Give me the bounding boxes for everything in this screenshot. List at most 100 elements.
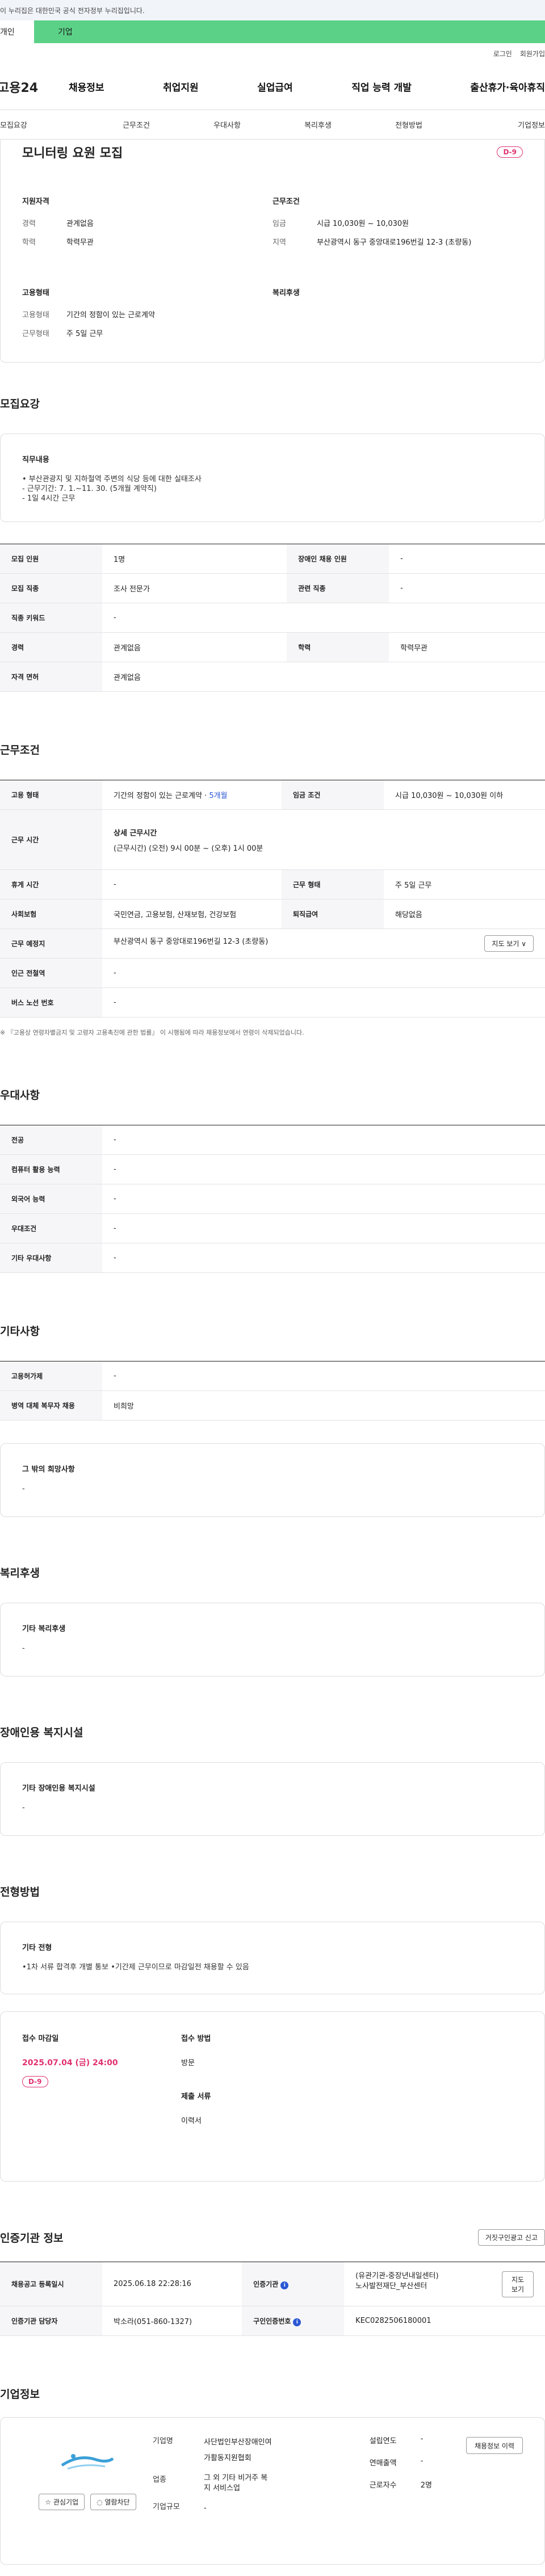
tab-personal[interactable]: 개인 <box>0 20 34 43</box>
cell-value: 비희망 <box>102 1390 545 1421</box>
gnb-item-employment-support[interactable]: 취업지원 <box>163 79 199 94</box>
cell-value: - <box>102 603 545 633</box>
table-row: 자격 면허 관계없음 <box>0 662 545 692</box>
signup-link[interactable]: 회원가입 <box>520 49 545 58</box>
emp-value: 주 5일 근무 <box>66 330 103 338</box>
section-title-disability: 장애인용 복지시설 <box>0 1726 83 1739</box>
cell-value: - <box>102 1213 545 1243</box>
table-row: 기타 우대사항 - <box>0 1243 545 1273</box>
cell-value: 1명 <box>102 544 287 574</box>
qual-key: 학력 <box>22 238 36 247</box>
gnb-item-skills[interactable]: 직업 능력 개발 <box>351 79 412 94</box>
cond-value: 시급 10,030원 ~ 10,030원 <box>317 220 409 228</box>
table-row: 사회보험 국민연금, 고용보험, 산재보험, 건강보험 퇴직급여 해당없음 <box>0 899 545 929</box>
disability-card: 기타 장애인용 복지시설 - <box>0 1762 545 1836</box>
cell-key: 근무 예정지 <box>0 928 102 959</box>
cert-number-label: 구인인증번호 <box>253 2317 291 2325</box>
cell-value: 조사 전문가 <box>102 573 287 603</box>
sales-label: 연매출액 <box>369 2459 397 2468</box>
cond-heading: 근무조건 <box>272 197 300 206</box>
section-title-pref: 우대사항 <box>0 1089 40 1102</box>
info-icon[interactable]: i <box>293 2318 301 2326</box>
agency-map-button[interactable]: 지도 보기 <box>502 2271 534 2297</box>
cond-key: 지역 <box>272 238 286 247</box>
company-logo-icon <box>61 2454 114 2470</box>
table-row: 근무 예정지 부산광역시 동구 중앙대로196번길 12-3 (초량동) 지도 … <box>0 928 545 959</box>
table-row: 근무 시간 상세 근무시간 (근무시간) (오전) 9시 00분 ~ (오후) … <box>0 809 545 870</box>
cell-value: - <box>102 958 545 988</box>
cell-key: 외국어 능력 <box>0 1184 102 1214</box>
block-company-button[interactable]: ◌ 열람차단 <box>90 2494 136 2510</box>
duty-line: - 근무기간: 7. 1.~11. 30. (5개월 계약직) <box>22 485 157 493</box>
info-icon[interactable]: i <box>280 2281 289 2289</box>
gnb-item-jobs[interactable]: 채용정보 <box>69 79 104 94</box>
section-title-cert: 인증기관 정보 <box>0 2232 64 2245</box>
emp-type: 기간의 정함이 있는 근로계약 · <box>114 792 209 800</box>
cell-key: 자격 면허 <box>0 662 102 692</box>
disability-card-value: - <box>22 1804 25 1812</box>
cell-value: - <box>389 544 545 574</box>
util-bar: 로그인 회원가입 <box>0 43 545 64</box>
cell-key: 전공 <box>0 1125 102 1155</box>
emp-key: 근무형태 <box>22 330 49 338</box>
report-fake-ad-button[interactable]: 거짓구인광고 신고 <box>477 2229 545 2246</box>
cell-key: 기타 우대사항 <box>0 1243 102 1273</box>
cell-value: 부산광역시 동구 중앙대로196번길 12-3 (초량동) 지도 보기 ∨ <box>102 928 545 959</box>
cell-value: 상세 근무시간 (근무시간) (오전) 9시 00분 ~ (오후) 1시 00분 <box>102 809 545 870</box>
company-size-value: - <box>204 2504 207 2512</box>
site-logo[interactable]: 고용24 <box>0 78 69 96</box>
anchor-company[interactable]: 기업정보 <box>454 119 545 130</box>
favorite-company-button[interactable]: ☆ 관심기업 <box>39 2494 85 2510</box>
cell-key: 버스 노선 번호 <box>0 987 102 1018</box>
welfare-heading: 복리후생 <box>272 289 300 297</box>
cert-header: 인증기관 정보 거짓구인광고 신고 <box>0 2229 545 2246</box>
anchor-screening[interactable]: 전형방법 <box>363 119 454 130</box>
map-view-button[interactable]: 지도 보기 ∨ <box>484 935 534 952</box>
cell-value: KEC0282506180001 <box>344 2306 545 2336</box>
gnb-item-unemployment-benefit[interactable]: 실업급여 <box>257 79 293 94</box>
deadline-date: 2025.07.04 (금) 24:00 <box>22 2058 118 2067</box>
cell-value: 관계없음 <box>102 662 545 692</box>
duty-line: • 부산관광지 및 지하철역 주변의 식당 등에 대한 실태조사 <box>22 475 202 484</box>
company-name: 사단법인부산장애인여가활동지원협회 <box>204 2438 272 2462</box>
anchor-work[interactable]: 근무조건 <box>91 119 182 130</box>
cell-key: 구인인증번호 i <box>242 2306 345 2336</box>
cell-key: 컴퓨터 활용 능력 <box>0 1154 102 1184</box>
qual-heading: 지원자격 <box>22 197 49 206</box>
cell-key: 우대조건 <box>0 1213 102 1243</box>
cell-key: 근무 시간 <box>0 809 102 870</box>
hiring-history-button[interactable]: 채용정보 이력 <box>466 2437 523 2454</box>
section-title-welfare: 복리후생 <box>0 1567 40 1579</box>
cell-value: - <box>102 1125 545 1155</box>
login-link[interactable]: 로그인 <box>493 49 512 58</box>
anchor-welfare[interactable]: 복리후생 <box>272 119 363 130</box>
emp-value: 기간의 정함이 있는 근로계약 <box>66 311 155 320</box>
cell-key: 퇴직급여 <box>282 899 384 929</box>
etc-wish-card: 그 밖의 희망사항 - <box>0 1443 545 1517</box>
section-title-company: 기업정보 <box>0 2388 40 2401</box>
table-row: 모집 인원 1명 장애인 채용 인원 - <box>0 544 545 574</box>
hours-detail: (근무시간) (오전) 9시 00분 ~ (오후) 1시 00분 <box>114 844 263 853</box>
gnb-item-leave[interactable]: 출산휴가·육아휴직 <box>470 79 545 94</box>
cell-value: 2025.06.18 22:28:16 <box>102 2262 242 2306</box>
disability-card-heading: 기타 장애인용 복지시설 <box>22 1784 95 1793</box>
cell-key: 학력 <box>287 632 389 662</box>
method-heading: 접수 방법 <box>181 2035 211 2043</box>
cell-key: 근무 형태 <box>282 869 384 900</box>
etc-table: 고용허가제 - 병역 대체 복무자 채용 비희망 <box>0 1361 545 1421</box>
welfare-card-value: - <box>22 1644 25 1653</box>
company-size-label: 기업규모 <box>153 2503 180 2511</box>
cell-key: 인근 전철역 <box>0 958 102 988</box>
gnb-menu: 채용정보 취업지원 실업급여 직업 능력 개발 출산휴가·육아휴직 <box>69 79 545 94</box>
anchor-recruit[interactable]: 모집요강 <box>0 119 91 130</box>
tab-company[interactable]: 기업 <box>34 20 545 43</box>
global-nav: 고용24 채용정보 취업지원 실업급여 직업 능력 개발 출산휴가·육아휴직 <box>0 64 545 110</box>
cell-key: 모집 직종 <box>0 573 102 603</box>
anchor-pref[interactable]: 우대사항 <box>182 119 272 130</box>
screening-card-heading: 기타 전형 <box>22 1944 52 1952</box>
cell-value: 주 5일 근무 <box>384 869 545 900</box>
etc-wish-value: - <box>22 1485 25 1493</box>
company-card: ☆ 관심기업 ◌ 열람차단 기업명 사단법인부산장애인여가활동지원협회 업종 그 외… <box>0 2417 545 2565</box>
cell-key: 휴게 시간 <box>0 869 102 900</box>
duty-card: 직무내용 • 부산관광지 및 지하철역 주변의 식당 등에 대한 실태조사 - … <box>0 434 545 522</box>
